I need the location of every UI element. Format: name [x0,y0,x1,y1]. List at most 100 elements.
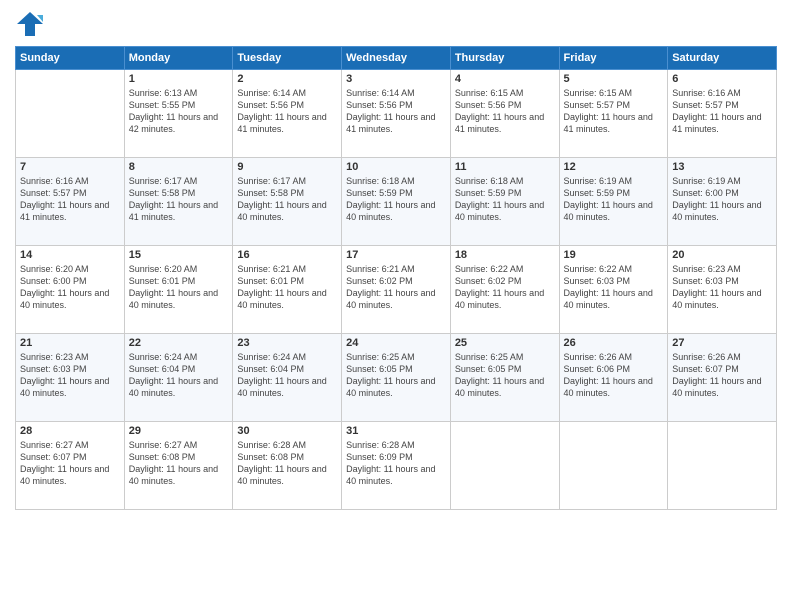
day-info: Sunrise: 6:18 AM Sunset: 5:59 PM Dayligh… [455,175,555,224]
day-cell: 29 Sunrise: 6:27 AM Sunset: 6:08 PM Dayli… [124,422,233,510]
day-cell: 20 Sunrise: 6:23 AM Sunset: 6:03 PM Dayli… [668,246,777,334]
weekday-header-thursday: Thursday [450,47,559,70]
day-cell: 5 Sunrise: 6:15 AM Sunset: 5:57 PM Daylig… [559,70,668,158]
day-number: 22 [129,337,229,349]
week-row-3: 21 Sunrise: 6:23 AM Sunset: 6:03 PM Dayli… [16,334,777,422]
day-info: Sunrise: 6:23 AM Sunset: 6:03 PM Dayligh… [672,263,772,312]
day-cell: 13 Sunrise: 6:19 AM Sunset: 6:00 PM Dayli… [668,158,777,246]
day-cell: 16Sunrise: 6:21 AM Sunset: 6:01 PM Dayli… [233,246,342,334]
day-number: 31 [346,425,446,437]
day-number: 1 [129,73,229,85]
day-info: Sunrise: 6:26 AM Sunset: 6:07 PM Dayligh… [672,351,772,400]
day-cell: 31 Sunrise: 6:28 AM Sunset: 6:09 PM Dayli… [342,422,451,510]
day-cell: 30 Sunrise: 6:28 AM Sunset: 6:08 PM Dayli… [233,422,342,510]
day-cell: 22Sunrise: 6:24 AM Sunset: 6:04 PM Dayli… [124,334,233,422]
day-number: 5 [564,73,664,85]
day-cell: 27 Sunrise: 6:26 AM Sunset: 6:07 PM Dayli… [668,334,777,422]
day-number: 3 [346,73,446,85]
day-info: Sunrise: 6:21 AM Sunset: 6:01 PM Dayligh… [237,263,337,312]
day-number: 26 [564,337,664,349]
day-info: Sunrise: 6:19 AM Sunset: 5:59 PM Dayligh… [564,175,664,224]
day-cell: 17 Sunrise: 6:21 AM Sunset: 6:02 PM Dayli… [342,246,451,334]
day-cell: 18 Sunrise: 6:22 AM Sunset: 6:02 PM Dayli… [450,246,559,334]
day-cell: 4 Sunrise: 6:15 AM Sunset: 5:56 PM Daylig… [450,70,559,158]
header [15,10,777,38]
weekday-header-saturday: Saturday [668,47,777,70]
day-info: Sunrise: 6:25 AM Sunset: 6:05 PM Dayligh… [455,351,555,400]
day-info: Sunrise: 6:28 AM Sunset: 6:09 PM Dayligh… [346,439,446,488]
day-info: Sunrise: 6:23 AM Sunset: 6:03 PM Dayligh… [20,351,120,400]
weekday-header-sunday: Sunday [16,47,125,70]
day-info: Sunrise: 6:27 AM Sunset: 6:07 PM Dayligh… [20,439,120,488]
day-number: 14 [20,249,120,261]
day-number: 13 [672,161,772,173]
day-cell: 2Sunrise: 6:14 AM Sunset: 5:56 PM Daylig… [233,70,342,158]
day-cell: 25 Sunrise: 6:25 AM Sunset: 6:05 PM Dayli… [450,334,559,422]
day-info: Sunrise: 6:15 AM Sunset: 5:57 PM Dayligh… [564,87,664,136]
day-number: 21 [20,337,120,349]
day-cell [16,70,125,158]
week-row-1: 7 Sunrise: 6:16 AM Sunset: 5:57 PM Daylig… [16,158,777,246]
logo [15,10,49,38]
day-info: Sunrise: 6:20 AM Sunset: 6:00 PM Dayligh… [20,263,120,312]
day-cell: 12 Sunrise: 6:19 AM Sunset: 5:59 PM Dayli… [559,158,668,246]
day-cell [559,422,668,510]
day-number: 19 [564,249,664,261]
day-info: Sunrise: 6:17 AM Sunset: 5:58 PM Dayligh… [129,175,229,224]
weekday-header-tuesday: Tuesday [233,47,342,70]
weekday-header-wednesday: Wednesday [342,47,451,70]
day-cell: 11 Sunrise: 6:18 AM Sunset: 5:59 PM Dayli… [450,158,559,246]
day-number: 11 [455,161,555,173]
weekday-header-row: SundayMondayTuesdayWednesdayThursdayFrid… [16,47,777,70]
day-number: 25 [455,337,555,349]
day-info: Sunrise: 6:16 AM Sunset: 5:57 PM Dayligh… [672,87,772,136]
week-row-2: 14 Sunrise: 6:20 AM Sunset: 6:00 PM Dayli… [16,246,777,334]
week-row-0: 1 Sunrise: 6:13 AM Sunset: 5:55 PM Daylig… [16,70,777,158]
day-info: Sunrise: 6:18 AM Sunset: 5:59 PM Dayligh… [346,175,446,224]
day-number: 20 [672,249,772,261]
day-cell [668,422,777,510]
weekday-header-monday: Monday [124,47,233,70]
day-cell: 26 Sunrise: 6:26 AM Sunset: 6:06 PM Dayli… [559,334,668,422]
day-cell: 19 Sunrise: 6:22 AM Sunset: 6:03 PM Dayli… [559,246,668,334]
day-cell: 28Sunrise: 6:27 AM Sunset: 6:07 PM Dayli… [16,422,125,510]
day-info: Sunrise: 6:28 AM Sunset: 6:08 PM Dayligh… [237,439,337,488]
day-number: 9 [237,161,337,173]
day-cell: 7 Sunrise: 6:16 AM Sunset: 5:57 PM Daylig… [16,158,125,246]
day-info: Sunrise: 6:26 AM Sunset: 6:06 PM Dayligh… [564,351,664,400]
day-number: 23 [237,337,337,349]
day-cell: 9 Sunrise: 6:17 AM Sunset: 5:58 PM Daylig… [233,158,342,246]
day-number: 10 [346,161,446,173]
day-info: Sunrise: 6:24 AM Sunset: 6:04 PM Dayligh… [237,351,337,400]
day-info: Sunrise: 6:13 AM Sunset: 5:55 PM Dayligh… [129,87,229,136]
day-info: Sunrise: 6:17 AM Sunset: 5:58 PM Dayligh… [237,175,337,224]
day-number: 29 [129,425,229,437]
day-info: Sunrise: 6:22 AM Sunset: 6:03 PM Dayligh… [564,263,664,312]
day-cell: 8 Sunrise: 6:17 AM Sunset: 5:58 PM Daylig… [124,158,233,246]
page: SundayMondayTuesdayWednesdayThursdayFrid… [0,0,792,612]
day-info: Sunrise: 6:21 AM Sunset: 6:02 PM Dayligh… [346,263,446,312]
day-number: 7 [20,161,120,173]
day-cell: 3 Sunrise: 6:14 AM Sunset: 5:56 PM Daylig… [342,70,451,158]
day-number: 27 [672,337,772,349]
day-info: Sunrise: 6:19 AM Sunset: 6:00 PM Dayligh… [672,175,772,224]
week-row-4: 28Sunrise: 6:27 AM Sunset: 6:07 PM Dayli… [16,422,777,510]
day-info: Sunrise: 6:15 AM Sunset: 5:56 PM Dayligh… [455,87,555,136]
day-number: 18 [455,249,555,261]
day-info: Sunrise: 6:25 AM Sunset: 6:05 PM Dayligh… [346,351,446,400]
logo-icon [15,10,45,38]
day-number: 17 [346,249,446,261]
day-info: Sunrise: 6:16 AM Sunset: 5:57 PM Dayligh… [20,175,120,224]
day-number: 12 [564,161,664,173]
day-info: Sunrise: 6:27 AM Sunset: 6:08 PM Dayligh… [129,439,229,488]
day-number: 30 [237,425,337,437]
day-info: Sunrise: 6:14 AM Sunset: 5:56 PM Dayligh… [346,87,446,136]
day-number: 8 [129,161,229,173]
day-info: Sunrise: 6:22 AM Sunset: 6:02 PM Dayligh… [455,263,555,312]
day-cell: 10 Sunrise: 6:18 AM Sunset: 5:59 PM Dayli… [342,158,451,246]
day-number: 24 [346,337,446,349]
day-number: 4 [455,73,555,85]
day-number: 15 [129,249,229,261]
day-number: 2 [237,73,337,85]
day-cell: 24 Sunrise: 6:25 AM Sunset: 6:05 PM Dayli… [342,334,451,422]
